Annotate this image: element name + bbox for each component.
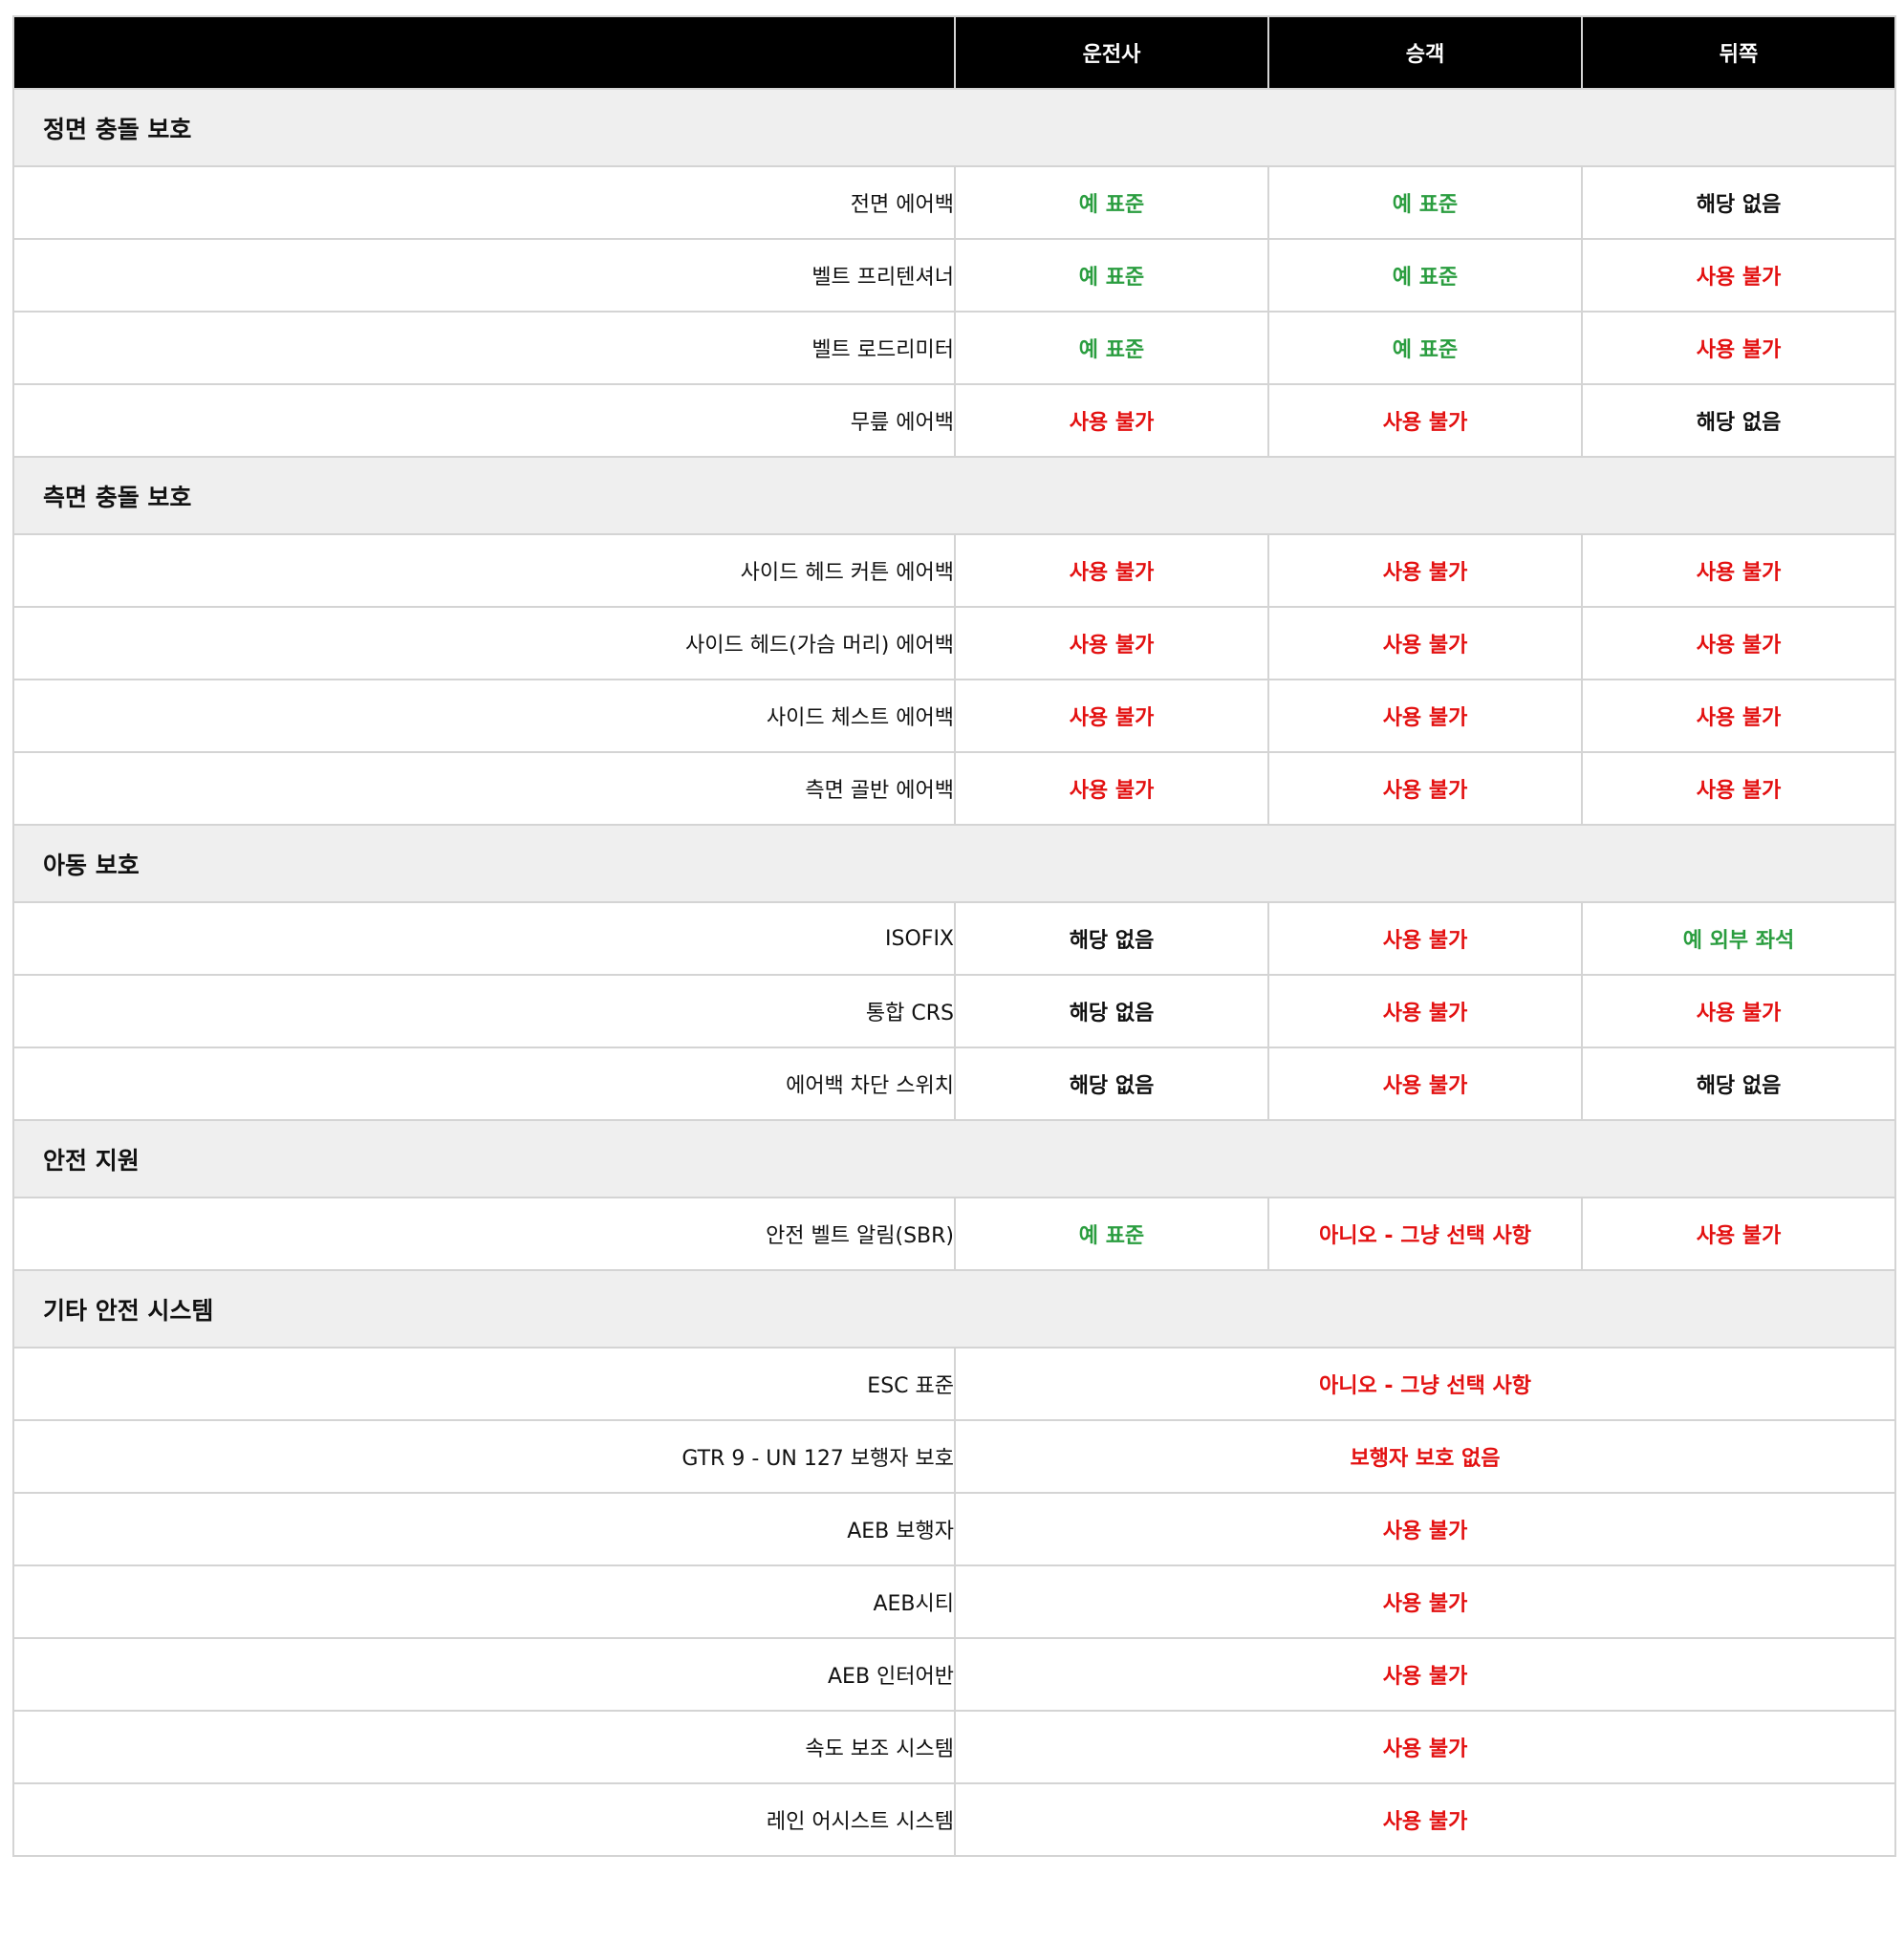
header-row: 운전사 승객 뒤쪽: [12, 15, 1896, 90]
table-row: 사이드 헤드(가슴 머리) 에어백 사용 불가 사용 불가 사용 불가: [12, 606, 1896, 680]
feature-label: 사이드 체스트 에어백: [12, 679, 956, 753]
status-value-driver: 사용 불가: [954, 679, 1269, 753]
table-row: 측면 골반 에어백 사용 불가 사용 불가 사용 불가: [12, 751, 1896, 826]
status-value-rear: 예 외부 좌석: [1581, 901, 1896, 976]
status-value-rear: 사용 불가: [1581, 533, 1896, 608]
status-value-all-seats: 사용 불가: [954, 1710, 1896, 1784]
status-value-passenger: 예 표준: [1267, 165, 1583, 240]
status-value-rear: 사용 불가: [1581, 974, 1896, 1048]
section-title: 아동 보호: [12, 824, 1896, 903]
status-value-driver: 사용 불가: [954, 751, 1269, 826]
feature-label: 벨트 프리텐셔너: [12, 238, 956, 313]
header-passenger-column: 승객: [1267, 15, 1583, 90]
status-value-rear: 사용 불가: [1581, 1197, 1896, 1271]
table-row: GTR 9 - UN 127 보행자 보호 보행자 보호 없음: [12, 1419, 1896, 1494]
status-value-driver: 예 표준: [954, 238, 1269, 313]
section-title: 기타 안전 시스템: [12, 1269, 1896, 1349]
status-value-rear: 사용 불가: [1581, 238, 1896, 313]
section-header-row: 정면 충돌 보호: [12, 88, 1896, 167]
section-title: 정면 충돌 보호: [12, 88, 1896, 167]
table-row: ISOFIX 해당 없음 사용 불가 예 외부 좌석: [12, 901, 1896, 976]
status-value-passenger: 사용 불가: [1267, 606, 1583, 680]
status-value-rear: 해당 없음: [1581, 165, 1896, 240]
section-header-row: 안전 지원: [12, 1119, 1896, 1198]
table-row: 벨트 로드리미터 예 표준 예 표준 사용 불가: [12, 311, 1896, 385]
status-value-passenger: 사용 불가: [1267, 901, 1583, 976]
status-value-driver: 사용 불가: [954, 383, 1269, 458]
table-row: 레인 어시스트 시스템 사용 불가: [12, 1782, 1896, 1857]
section-title: 측면 충돌 보호: [12, 456, 1896, 535]
table-header: 운전사 승객 뒤쪽: [12, 15, 1896, 90]
table-row: 통합 CRS 해당 없음 사용 불가 사용 불가: [12, 974, 1896, 1048]
feature-label: ESC 표준: [12, 1347, 956, 1421]
feature-label: GTR 9 - UN 127 보행자 보호: [12, 1419, 956, 1494]
table-row: 무릎 에어백 사용 불가 사용 불가 해당 없음: [12, 383, 1896, 458]
status-value-passenger: 예 표준: [1267, 238, 1583, 313]
status-value-driver: 예 표준: [954, 165, 1269, 240]
section-header-row: 아동 보호: [12, 824, 1896, 903]
section-title: 안전 지원: [12, 1119, 1896, 1198]
status-value-all-seats: 사용 불가: [954, 1637, 1896, 1712]
status-value-passenger: 사용 불가: [1267, 383, 1583, 458]
status-value-rear: 해당 없음: [1581, 383, 1896, 458]
status-value-passenger: 아니오 - 그냥 선택 사항: [1267, 1197, 1583, 1271]
feature-label: 에어백 차단 스위치: [12, 1047, 956, 1121]
section-header-row: 측면 충돌 보호: [12, 456, 1896, 535]
table-row: 벨트 프리텐셔너 예 표준 예 표준 사용 불가: [12, 238, 1896, 313]
status-value-passenger: 예 표준: [1267, 311, 1583, 385]
table-row: AEB시티 사용 불가: [12, 1564, 1896, 1639]
feature-label: 속도 보조 시스템: [12, 1710, 956, 1784]
status-value-driver: 예 표준: [954, 311, 1269, 385]
feature-label: ISOFIX: [12, 901, 956, 976]
section-header-row: 기타 안전 시스템: [12, 1269, 1896, 1349]
table-row: 안전 벨트 알림(SBR) 예 표준 아니오 - 그냥 선택 사항 사용 불가: [12, 1197, 1896, 1271]
feature-label: 벨트 로드리미터: [12, 311, 956, 385]
status-value-passenger: 사용 불가: [1267, 533, 1583, 608]
header-feature-column: [12, 15, 956, 90]
table-row: 사이드 헤드 커튼 에어백 사용 불가 사용 불가 사용 불가: [12, 533, 1896, 608]
status-value-all-seats: 사용 불가: [954, 1782, 1896, 1857]
status-value-driver: 사용 불가: [954, 606, 1269, 680]
header-rear-column: 뒤쪽: [1581, 15, 1896, 90]
feature-label: AEB시티: [12, 1564, 956, 1639]
status-value-driver: 해당 없음: [954, 901, 1269, 976]
feature-label: AEB 인터어반: [12, 1637, 956, 1712]
status-value-driver: 사용 불가: [954, 533, 1269, 608]
feature-label: 레인 어시스트 시스템: [12, 1782, 956, 1857]
safety-features-table: 운전사 승객 뒤쪽 정면 충돌 보호 전면 에어백 예 표준 예 표준 해당 없음 벨트 …: [12, 15, 1896, 1857]
table-row: 에어백 차단 스위치 해당 없음 사용 불가 해당 없음: [12, 1047, 1896, 1121]
table-row: 속도 보조 시스템 사용 불가: [12, 1710, 1896, 1784]
status-value-rear: 사용 불가: [1581, 751, 1896, 826]
header-driver-column: 운전사: [954, 15, 1269, 90]
status-value-rear: 사용 불가: [1581, 311, 1896, 385]
feature-label: 측면 골반 에어백: [12, 751, 956, 826]
status-value-rear: 사용 불가: [1581, 606, 1896, 680]
table-body: 정면 충돌 보호 전면 에어백 예 표준 예 표준 해당 없음 벨트 프리텐셔너 예 표준 예…: [12, 88, 1896, 1857]
status-value-passenger: 사용 불가: [1267, 751, 1583, 826]
feature-label: 안전 벨트 알림(SBR): [12, 1197, 956, 1271]
feature-label: 전면 에어백: [12, 165, 956, 240]
status-value-passenger: 사용 불가: [1267, 974, 1583, 1048]
table-row: 사이드 체스트 에어백 사용 불가 사용 불가 사용 불가: [12, 679, 1896, 753]
status-value-all-seats: 사용 불가: [954, 1564, 1896, 1639]
status-value-all-seats: 아니오 - 그냥 선택 사항: [954, 1347, 1896, 1421]
table-row: ESC 표준 아니오 - 그냥 선택 사항: [12, 1347, 1896, 1421]
status-value-driver: 해당 없음: [954, 1047, 1269, 1121]
status-value-passenger: 사용 불가: [1267, 1047, 1583, 1121]
table-row: AEB 인터어반 사용 불가: [12, 1637, 1896, 1712]
table-row: AEB 보행자 사용 불가: [12, 1492, 1896, 1566]
status-value-passenger: 사용 불가: [1267, 679, 1583, 753]
feature-label: 무릎 에어백: [12, 383, 956, 458]
feature-label: 사이드 헤드(가슴 머리) 에어백: [12, 606, 956, 680]
status-value-rear: 해당 없음: [1581, 1047, 1896, 1121]
status-value-all-seats: 보행자 보호 없음: [954, 1419, 1896, 1494]
status-value-rear: 사용 불가: [1581, 679, 1896, 753]
table-row: 전면 에어백 예 표준 예 표준 해당 없음: [12, 165, 1896, 240]
status-value-driver: 예 표준: [954, 1197, 1269, 1271]
feature-label: 사이드 헤드 커튼 에어백: [12, 533, 956, 608]
status-value-driver: 해당 없음: [954, 974, 1269, 1048]
feature-label: 통합 CRS: [12, 974, 956, 1048]
feature-label: AEB 보행자: [12, 1492, 956, 1566]
status-value-all-seats: 사용 불가: [954, 1492, 1896, 1566]
